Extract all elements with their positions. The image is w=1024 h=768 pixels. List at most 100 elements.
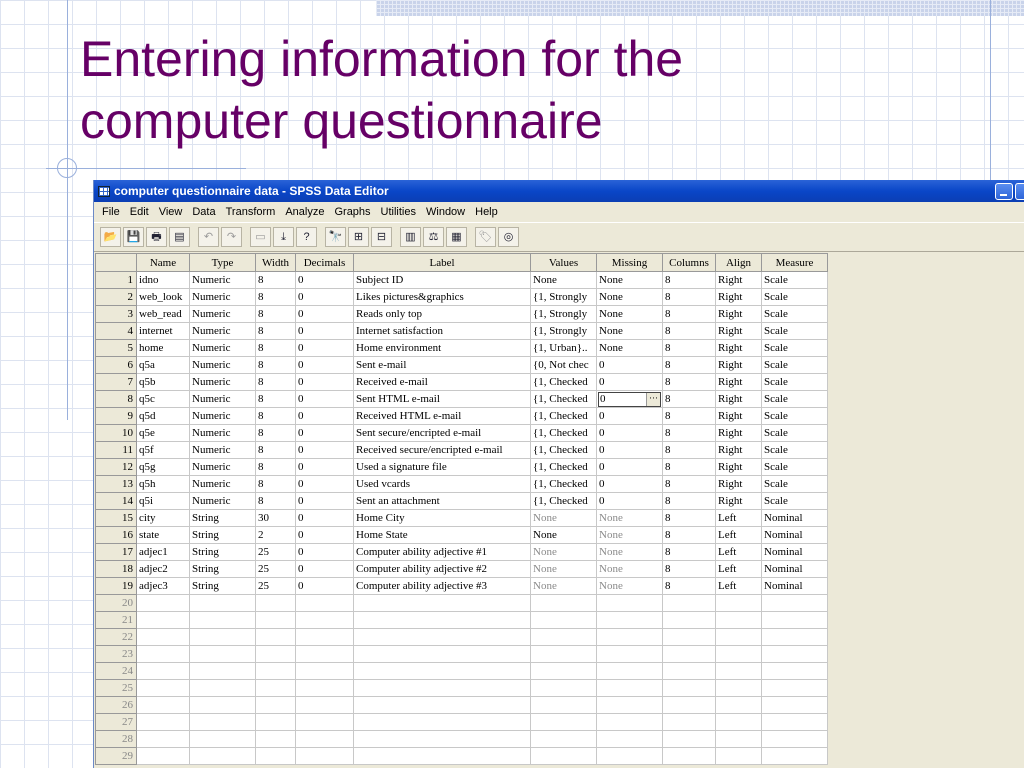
grid-cell[interactable]: Numeric xyxy=(189,424,256,442)
grid-cell[interactable]: Right xyxy=(715,441,762,459)
grid-cell[interactable]: 0 xyxy=(295,543,354,561)
grid-cell[interactable] xyxy=(596,730,663,748)
grid-cell[interactable] xyxy=(189,747,256,765)
grid-cell[interactable]: 8 xyxy=(662,509,716,527)
split-file-icon[interactable]: ▥ xyxy=(400,227,421,247)
grid-cell[interactable]: 8 xyxy=(662,543,716,561)
grid-cell[interactable]: q5g xyxy=(136,458,190,476)
grid-cell[interactable]: q5b xyxy=(136,373,190,391)
grid-cell[interactable]: Sent e-mail xyxy=(353,356,531,374)
grid-cell[interactable] xyxy=(255,628,296,646)
grid-cell[interactable]: 8 xyxy=(662,339,716,357)
grid-cell[interactable]: Right xyxy=(715,492,762,510)
grid-cell[interactable] xyxy=(715,645,762,663)
grid-cell[interactable]: Right xyxy=(715,305,762,323)
grid-cell[interactable] xyxy=(353,696,531,714)
undo-icon[interactable]: ↶ xyxy=(198,227,219,247)
grid-cell[interactable] xyxy=(761,662,828,680)
grid-cell[interactable]: q5i xyxy=(136,492,190,510)
row-number[interactable]: 6 xyxy=(95,356,137,374)
grid-cell[interactable] xyxy=(295,662,354,680)
grid-cell[interactable]: String xyxy=(189,509,256,527)
menu-transform[interactable]: Transform xyxy=(221,206,281,218)
grid-cell[interactable]: Internet satisfaction xyxy=(353,322,531,340)
grid-cell[interactable] xyxy=(715,713,762,731)
menu-edit[interactable]: Edit xyxy=(125,206,154,218)
grid-cell[interactable] xyxy=(662,696,716,714)
grid-cell[interactable]: Likes pictures&graphics xyxy=(353,288,531,306)
grid-cell[interactable]: Nominal xyxy=(761,577,828,595)
grid-cell[interactable] xyxy=(353,730,531,748)
grid-cell[interactable]: Computer ability adjective #2 xyxy=(353,560,531,578)
insert-variable-icon[interactable]: ⊟ xyxy=(371,227,392,247)
grid-cell[interactable] xyxy=(136,696,190,714)
grid-cell[interactable]: None xyxy=(596,288,663,306)
grid-cell[interactable]: None xyxy=(596,271,663,289)
grid-cell[interactable]: {1, Checked xyxy=(530,390,597,408)
grid-cell[interactable]: 8 xyxy=(662,407,716,425)
column-header-type[interactable]: Type xyxy=(189,253,256,272)
grid-cell[interactable] xyxy=(255,679,296,697)
grid-cell[interactable] xyxy=(295,628,354,646)
grid-cell[interactable]: {1, Checked xyxy=(530,407,597,425)
maximize-button[interactable] xyxy=(1015,183,1024,200)
grid-cell[interactable] xyxy=(761,594,828,612)
grid-cell[interactable]: 0 xyxy=(295,356,354,374)
grid-cell[interactable]: 8 xyxy=(255,339,296,357)
row-number[interactable]: 10 xyxy=(95,424,137,442)
row-number[interactable]: 17 xyxy=(95,543,137,561)
grid-cell[interactable]: 8 xyxy=(662,458,716,476)
grid-cell[interactable] xyxy=(662,662,716,680)
grid-cell[interactable] xyxy=(295,611,354,629)
grid-cell[interactable]: Numeric xyxy=(189,305,256,323)
grid-cell[interactable] xyxy=(255,747,296,765)
minimize-button[interactable] xyxy=(995,183,1013,200)
grid-cell[interactable]: 0 xyxy=(596,441,663,459)
grid-cell[interactable]: None xyxy=(596,509,663,527)
grid-cell[interactable] xyxy=(530,628,597,646)
grid-cell[interactable] xyxy=(761,713,828,731)
grid-cell[interactable] xyxy=(189,662,256,680)
grid-cell[interactable]: Right xyxy=(715,475,762,493)
grid-cell[interactable]: 8 xyxy=(255,492,296,510)
variables-icon[interactable]: ? xyxy=(296,227,317,247)
select-cases-icon[interactable]: ▦ xyxy=(446,227,467,247)
weight-cases-icon[interactable]: ⚖ xyxy=(423,227,444,247)
grid-cell[interactable]: Home environment xyxy=(353,339,531,357)
grid-corner[interactable] xyxy=(95,253,137,272)
grid-cell[interactable] xyxy=(715,679,762,697)
selected-cell-editor[interactable]: 0 ··· xyxy=(598,391,661,407)
grid-cell[interactable]: Left xyxy=(715,577,762,595)
column-header-name[interactable]: Name xyxy=(136,253,190,272)
grid-cell[interactable] xyxy=(761,696,828,714)
column-header-measure[interactable]: Measure xyxy=(761,253,828,272)
grid-cell[interactable]: 0 xyxy=(596,458,663,476)
grid-cell[interactable]: Numeric xyxy=(189,339,256,357)
grid-cell[interactable]: Sent an attachment xyxy=(353,492,531,510)
grid-cell[interactable]: 0 xyxy=(295,373,354,391)
grid-cell[interactable] xyxy=(530,679,597,697)
grid-cell[interactable]: 8 xyxy=(255,407,296,425)
grid-cell[interactable] xyxy=(136,594,190,612)
row-number[interactable]: 13 xyxy=(95,475,137,493)
row-number[interactable]: 27 xyxy=(95,713,137,731)
grid-cell[interactable] xyxy=(715,628,762,646)
grid-cell[interactable]: 8 xyxy=(662,288,716,306)
grid-cell[interactable] xyxy=(530,747,597,765)
column-header-missing[interactable]: Missing xyxy=(596,253,663,272)
grid-cell[interactable]: 8 xyxy=(255,322,296,340)
grid-cell[interactable]: Scale xyxy=(761,475,828,493)
grid-cell[interactable] xyxy=(353,645,531,663)
grid-cell[interactable] xyxy=(761,628,828,646)
grid-cell[interactable]: 8 xyxy=(662,560,716,578)
grid-cell[interactable] xyxy=(530,662,597,680)
grid-cell[interactable] xyxy=(530,713,597,731)
grid-cell[interactable]: 0 xyxy=(596,424,663,442)
grid-cell[interactable]: None xyxy=(596,577,663,595)
grid-cell[interactable]: Sent secure/encripted e-mail xyxy=(353,424,531,442)
grid-cell[interactable]: 0 xyxy=(295,305,354,323)
grid-cell[interactable] xyxy=(136,645,190,663)
grid-cell[interactable]: Numeric xyxy=(189,288,256,306)
grid-cell[interactable]: Left xyxy=(715,509,762,527)
grid-cell[interactable]: Right xyxy=(715,339,762,357)
